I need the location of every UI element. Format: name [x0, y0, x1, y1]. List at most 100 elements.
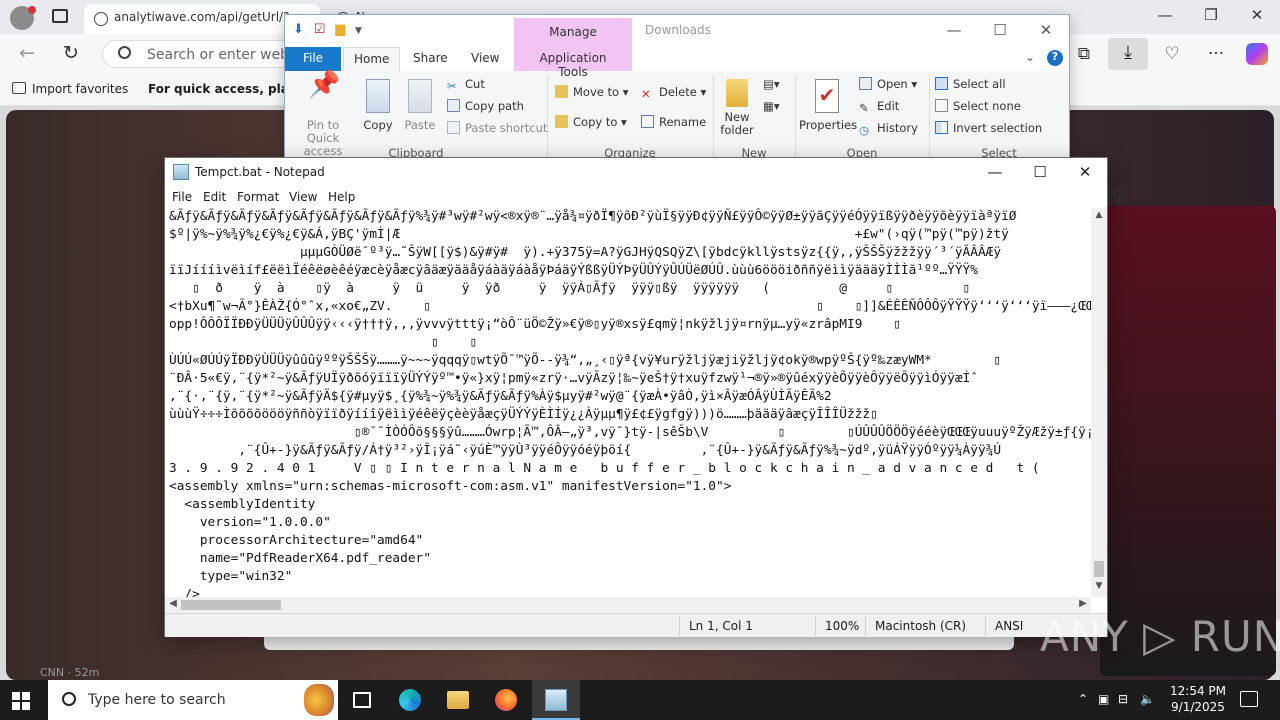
text-line: ¨ÐÂ·5«€ÿ,¨{ÿ*²~ÿ&ÃƒÿUÏÿðõóÿïïïÿÜÝÝÿº™•ÿ«…	[169, 371, 978, 386]
tab-actions-icon[interactable]	[52, 9, 68, 23]
scroll-left-icon[interactable]: ◀	[165, 598, 181, 609]
minimize-icon[interactable]: —	[975, 161, 1015, 185]
copy-button[interactable]: Copy	[359, 79, 397, 132]
scroll-right-icon[interactable]: ▶	[1075, 598, 1091, 609]
delete-button[interactable]: ✕ Delete ▾	[641, 85, 706, 101]
new-item-icon[interactable]: ▤▾	[763, 77, 780, 91]
taskbar-search-placeholder: Type here to search	[88, 692, 226, 708]
select-all-button[interactable]: Select all	[935, 77, 1006, 91]
tab-application-tools[interactable]: Application Tools	[514, 47, 632, 79]
select-none-button[interactable]: Select none	[935, 99, 1021, 113]
scissors-icon: ✂	[447, 79, 457, 93]
more-options-icon[interactable]: ···	[1204, 44, 1228, 68]
tab-manage[interactable]: Manage	[514, 18, 632, 47]
news-card-image[interactable]	[1100, 206, 1276, 676]
tab-file[interactable]: File	[285, 47, 341, 71]
notifications-icon[interactable]	[1240, 691, 1258, 707]
help-icon[interactable]: ?	[1047, 50, 1063, 66]
menu-format[interactable]: Format	[237, 190, 279, 204]
copilot-icon[interactable]	[1246, 43, 1268, 65]
easy-access-icon[interactable]: ▦▾	[763, 99, 780, 113]
import-favorites-button[interactable]: Import favorites	[12, 82, 128, 96]
task-view-button[interactable]	[338, 680, 386, 720]
minimize-icon[interactable]: —	[1150, 6, 1180, 24]
edit-button[interactable]: ✎ Edit	[859, 99, 899, 115]
invert-selection-button[interactable]: Invert selection	[935, 121, 1042, 135]
text-line: <†bXu¶˜w¬Ã°}ÊÀŽ{Ó°ˆx‚«xo€„ZV. ▯ ▯ ▯]]&ÉÊ…	[169, 299, 1091, 314]
chevron-down-icon[interactable]: ⌄	[1025, 50, 1035, 64]
properties-icon[interactable]: ☑	[314, 22, 326, 37]
tray-overflow-icon[interactable]: ⌃	[1078, 692, 1088, 706]
text-line: type="win32"	[169, 569, 293, 584]
news-card-strip	[264, 636, 1014, 650]
profile-notification-dot	[28, 6, 36, 14]
back-icon[interactable]: ←	[12, 42, 42, 64]
text-line: ▯ ð ÿ à ▯ÿ à ÿ ü ÿ ÿð ÿ ÿÿÀ▯Ãƒÿ ÿÿÿ▯ßÿ ÿ…	[169, 281, 971, 296]
file-explorer-taskbar-button[interactable]	[434, 680, 482, 720]
cut-button[interactable]: ✂ Cut	[447, 77, 485, 93]
rename-button[interactable]: Rename	[641, 115, 706, 129]
status-divider	[865, 616, 866, 636]
maximize-icon[interactable]: ☐	[985, 21, 1015, 39]
notepad-taskbar-button[interactable]	[532, 680, 580, 720]
downloads-button[interactable]: ⤓	[1108, 38, 1148, 70]
history-button[interactable]: ◷ History	[859, 121, 918, 137]
open-button[interactable]: Open ▾	[859, 77, 917, 91]
scrollbar-thumb[interactable]	[1094, 561, 1104, 577]
close-icon[interactable]: ✕	[1031, 21, 1061, 39]
text-line: <assemblyIdentity	[169, 497, 316, 512]
restore-icon[interactable]: ❐	[1196, 6, 1226, 24]
properties-button[interactable]: ✔ Properties	[799, 79, 857, 132]
text-line: name="PdfReaderX64.pdf_reader"	[169, 551, 431, 566]
maximize-icon[interactable]: ☐	[1020, 161, 1060, 185]
close-icon[interactable]: ✕	[1242, 6, 1272, 24]
menu-file[interactable]: File	[172, 190, 192, 204]
status-bar: Ln 1, Col 1 100% Macintosh (CR) ANSI	[165, 613, 1107, 637]
pin-icon[interactable]: ⚲	[1112, 186, 1125, 207]
copy-to-button[interactable]: Copy to ▾	[555, 115, 627, 129]
vertical-scrollbar[interactable]: ▲ ▼	[1091, 208, 1107, 597]
new-folder-button[interactable]: New folder	[717, 79, 757, 137]
menu-help[interactable]: Help	[328, 190, 355, 204]
history-icon: ◷	[859, 123, 870, 137]
browser-essentials-icon[interactable]: ♡	[1160, 44, 1184, 68]
firefox-taskbar-button[interactable]	[482, 680, 530, 720]
paste-button[interactable]: Paste	[401, 79, 439, 132]
copy-path-button[interactable]: Copy path	[447, 99, 524, 113]
folder-icon[interactable]: ▆	[335, 22, 345, 37]
paste-shortcut-button[interactable]: Paste shortcut	[447, 121, 547, 135]
collections-icon[interactable]: ⧉	[1072, 44, 1096, 68]
tab-view[interactable]: View	[461, 47, 509, 71]
clock[interactable]: 12:54 PM 9/1/2025	[1168, 683, 1228, 715]
scroll-down-icon[interactable]: ▼	[1091, 581, 1107, 591]
text-line: &Ãƒÿ&Ãƒÿ&Ãƒÿ&Ãƒÿ&Ãƒÿ&Ãƒÿ&Ãƒÿ&Ãƒÿ%¾ÿ#³wÿ#…	[169, 209, 1017, 224]
chevron-down-icon[interactable]: ▼	[355, 26, 362, 36]
tab-share[interactable]: Share	[403, 47, 458, 71]
taskbar-search[interactable]: Type here to search	[48, 680, 338, 720]
text-line: ÙÚÚ«ØÚÚÿÏÐÐÿÙÜÜÿûûûÿººÿŠŠŠÿ………ÿ~~~ÿqqqÿ▯…	[169, 353, 1002, 368]
arrow-down-icon[interactable]: ⬇	[293, 22, 304, 37]
text-line: />	[169, 587, 200, 597]
refresh-icon[interactable]: ↻	[56, 42, 86, 64]
text-line: ▯®¯¯ÌÒÓÔõ§§§ÿû………Ówrp¦Ã™,ÔÂ–„ÿ³‚vÿ¯}tÿ-|…	[169, 425, 1091, 440]
scrollbar-thumb[interactable]	[181, 600, 281, 610]
minimize-icon[interactable]: —	[939, 21, 969, 39]
text-line: version="1.0.0.0"	[169, 515, 331, 530]
windows-start-icon[interactable]	[12, 692, 30, 710]
copy-path-icon	[447, 99, 460, 112]
tab-home[interactable]: Home	[343, 47, 401, 71]
horizontal-scrollbar[interactable]: ◀ ▶	[165, 597, 1091, 613]
move-to-button[interactable]: Move to ▾	[555, 85, 628, 99]
menu-view[interactable]: View	[289, 190, 317, 204]
menu-edit[interactable]: Edit	[203, 190, 226, 204]
search-icon	[118, 46, 131, 59]
edge-taskbar-button[interactable]	[386, 680, 434, 720]
invert-selection-label: Invert selection	[953, 121, 1043, 135]
tray-app-icon[interactable]: ▣	[1098, 692, 1109, 706]
scroll-up-icon[interactable]: ▲	[1091, 210, 1107, 220]
volume-icon[interactable]: 🔈	[1140, 692, 1155, 706]
network-icon[interactable]: ⊟	[1118, 692, 1128, 706]
close-icon[interactable]: ✕	[1065, 161, 1105, 185]
text-editor[interactable]: &Ãƒÿ&Ãƒÿ&Ãƒÿ&Ãƒÿ&Ãƒÿ&Ãƒÿ&Ãƒÿ&Ãƒÿ%¾ÿ#³wÿ#…	[169, 208, 1091, 597]
notepad-title-bar: Tempct.bat - Notepad — ☐ ✕	[165, 158, 1107, 186]
